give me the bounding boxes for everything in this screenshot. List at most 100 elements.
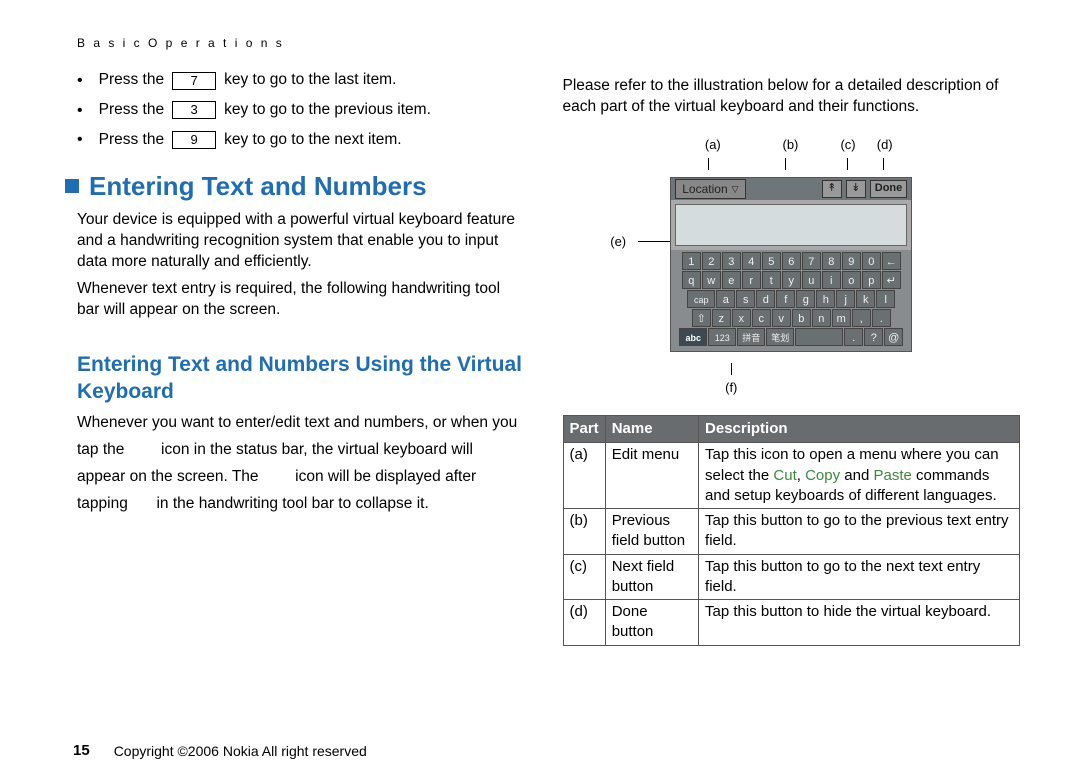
vk-key[interactable]: a <box>716 290 735 308</box>
vk-mode-stroke[interactable]: 笔划 <box>766 328 794 346</box>
virtual-keyboard: Location ▽ ↟ ↡ Done 1 2 <box>670 177 912 352</box>
section-header: B a s i c O p e r a t i o n s <box>77 36 1020 50</box>
vk-key[interactable]: z <box>712 309 731 327</box>
text: Press the <box>99 70 164 91</box>
callout-d: (d) <box>866 136 904 154</box>
vk-key-caps[interactable]: cap <box>687 290 715 308</box>
text: in the handwriting tool bar to collapse … <box>156 495 428 512</box>
vk-key[interactable]: r <box>742 271 761 289</box>
vk-key[interactable]: 9 <box>842 252 861 270</box>
table-row: (d) Done button Tap this button to hide … <box>563 600 1020 646</box>
vk-key-shift[interactable]: ⇧ <box>692 309 711 327</box>
text: key to go to the last item. <box>224 70 396 91</box>
paragraph: appear on the screen. The icon will be d… <box>77 467 523 488</box>
vk-key-enter[interactable]: ↵ <box>882 271 901 289</box>
vk-key[interactable]: b <box>792 309 811 327</box>
vk-key[interactable]: l <box>876 290 895 308</box>
vk-key[interactable]: t <box>762 271 781 289</box>
vk-edit-menu[interactable]: Location ▽ <box>675 179 745 199</box>
vk-mode-123[interactable]: 123 <box>708 328 736 346</box>
vk-next-field-button[interactable]: ↡ <box>846 180 866 198</box>
cell-part: (c) <box>563 554 605 600</box>
text: icon will be displayed after <box>295 468 476 485</box>
vk-key[interactable]: o <box>842 271 861 289</box>
cell-desc: Tap this button to go to the previous te… <box>699 509 1020 555</box>
text: tapping <box>77 495 128 512</box>
vk-key[interactable]: 2 <box>702 252 721 270</box>
callout-a: (a) <box>679 136 747 154</box>
vk-key[interactable]: ? <box>864 328 883 346</box>
left-column: Press the 7 key to go to the last item. … <box>65 70 523 724</box>
cell-name: Edit menu <box>605 443 698 509</box>
list-item: Press the 3 key to go to the previous it… <box>77 100 523 122</box>
vk-key[interactable]: 4 <box>742 252 761 270</box>
vk-key[interactable]: s <box>736 290 755 308</box>
vk-key[interactable]: y <box>782 271 801 289</box>
table-row: (c) Next field button Tap this button to… <box>563 554 1020 600</box>
vk-prev-field-button[interactable]: ↟ <box>822 180 842 198</box>
key-3: 3 <box>172 101 216 119</box>
vk-key[interactable]: u <box>802 271 821 289</box>
table-row: (b) Previous field button Tap this butto… <box>563 509 1020 555</box>
page-footer: 15 Copyright ©2006 Nokia All right reser… <box>65 742 1020 759</box>
page-number: 15 <box>73 742 90 759</box>
vk-key[interactable]: 8 <box>822 252 841 270</box>
cell-part: (a) <box>563 443 605 509</box>
cell-desc: Tap this button to go to the next text e… <box>699 554 1020 600</box>
vk-key[interactable]: x <box>732 309 751 327</box>
keyboard-illustration: (a) (b) (c) (d) (e) <box>563 136 1021 397</box>
callout-f-text: (f) <box>725 380 737 395</box>
square-bullet-icon <box>65 179 79 193</box>
text: appear on the screen. The <box>77 468 259 485</box>
paragraph: tap the icon in the status bar, the virt… <box>77 440 523 461</box>
vk-key[interactable]: w <box>702 271 721 289</box>
vk-key[interactable]: 3 <box>722 252 741 270</box>
vk-key[interactable]: v <box>772 309 791 327</box>
callout-labels-top: (a) (b) (c) (d) <box>563 136 1021 154</box>
vk-key[interactable]: j <box>836 290 855 308</box>
vk-location-label: Location <box>682 181 727 197</box>
vk-key[interactable]: 1 <box>682 252 701 270</box>
vk-key[interactable]: g <box>796 290 815 308</box>
vk-text-area[interactable] <box>675 204 907 246</box>
text: key to go to the next item. <box>224 130 402 151</box>
col-name: Name <box>605 416 698 443</box>
vk-key[interactable]: 0 <box>862 252 881 270</box>
col-desc: Description <box>699 416 1020 443</box>
vk-key-space[interactable] <box>795 328 843 346</box>
vk-key[interactable]: . <box>872 309 891 327</box>
vk-key[interactable]: k <box>856 290 875 308</box>
vk-key-backspace[interactable]: ← <box>882 252 901 270</box>
vk-key[interactable]: q <box>682 271 701 289</box>
vk-mode-pinyin[interactable]: 拼音 <box>737 328 765 346</box>
vk-key[interactable]: e <box>722 271 741 289</box>
heading-level3: Entering Text and Numbers Using the Virt… <box>77 352 523 405</box>
paragraph: Whenever text entry is required, the fol… <box>77 279 523 321</box>
vk-key[interactable]: 5 <box>762 252 781 270</box>
vk-key[interactable]: c <box>752 309 771 327</box>
cell-desc: Tap this icon to open a menu where you c… <box>699 443 1020 509</box>
paragraph: Your device is equipped with a powerful … <box>77 210 523 273</box>
vk-key[interactable]: . <box>844 328 863 346</box>
cell-part: (d) <box>563 600 605 646</box>
vk-done-button[interactable]: Done <box>870 180 908 198</box>
vk-key[interactable]: d <box>756 290 775 308</box>
cell-desc: Tap this button to hide the virtual keyb… <box>699 600 1020 646</box>
vk-key[interactable]: h <box>816 290 835 308</box>
vk-key[interactable]: i <box>822 271 841 289</box>
vk-key[interactable]: f <box>776 290 795 308</box>
vk-key[interactable]: , <box>852 309 871 327</box>
vk-key[interactable]: 7 <box>802 252 821 270</box>
vk-topbar: Location ▽ ↟ ↡ Done <box>671 178 911 200</box>
vk-key[interactable]: @ <box>884 328 903 346</box>
vk-key[interactable]: m <box>832 309 851 327</box>
vk-key[interactable]: 6 <box>782 252 801 270</box>
list-item: Press the 7 key to go to the last item. <box>77 70 523 92</box>
callout-c: (c) <box>834 136 862 154</box>
text: tap the <box>77 441 124 458</box>
vk-mode-abc[interactable]: abc <box>679 328 707 346</box>
parts-table: Part Name Description (a) Edit menu Tap … <box>563 415 1021 646</box>
vk-key[interactable]: n <box>812 309 831 327</box>
cell-name: Previous field button <box>605 509 698 555</box>
vk-key[interactable]: p <box>862 271 881 289</box>
